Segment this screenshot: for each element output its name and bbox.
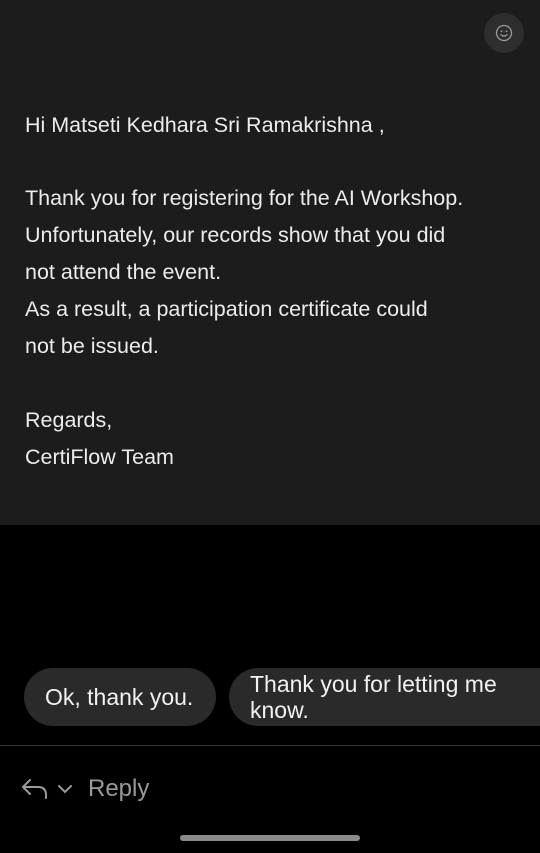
add-reaction-button[interactable] (484, 13, 524, 53)
smiley-icon (495, 24, 513, 42)
email-body-line: not attend the event. (25, 260, 222, 284)
home-indicator[interactable] (180, 835, 360, 841)
email-body-line: not be issued. (25, 334, 159, 358)
reply-arrow-icon (22, 779, 47, 799)
email-body-line: Thank you for registering for the AI Wor… (25, 186, 464, 210)
smart-reply-chip[interactable]: Ok, thank you. (24, 668, 216, 726)
email-body-line: Unfortunately, our records show that you… (25, 223, 446, 247)
chevron-down-icon[interactable] (56, 783, 74, 795)
email-body-line: As a result, a participation certificate… (25, 297, 428, 321)
smart-reply-chip[interactable]: Thank you for letting me know. (229, 668, 540, 726)
email-closing: Regards, (25, 408, 113, 432)
email-greeting: Hi Matseti Kedhara Sri Ramakrishna , (25, 113, 385, 137)
reply-label: Reply (88, 775, 150, 802)
divider (0, 745, 540, 746)
email-body-card: Hi Matseti Kedhara Sri Ramakrishna , Tha… (0, 0, 540, 525)
reply-button[interactable]: Reply (20, 770, 149, 808)
email-signature: CertiFlow Team (25, 445, 174, 469)
